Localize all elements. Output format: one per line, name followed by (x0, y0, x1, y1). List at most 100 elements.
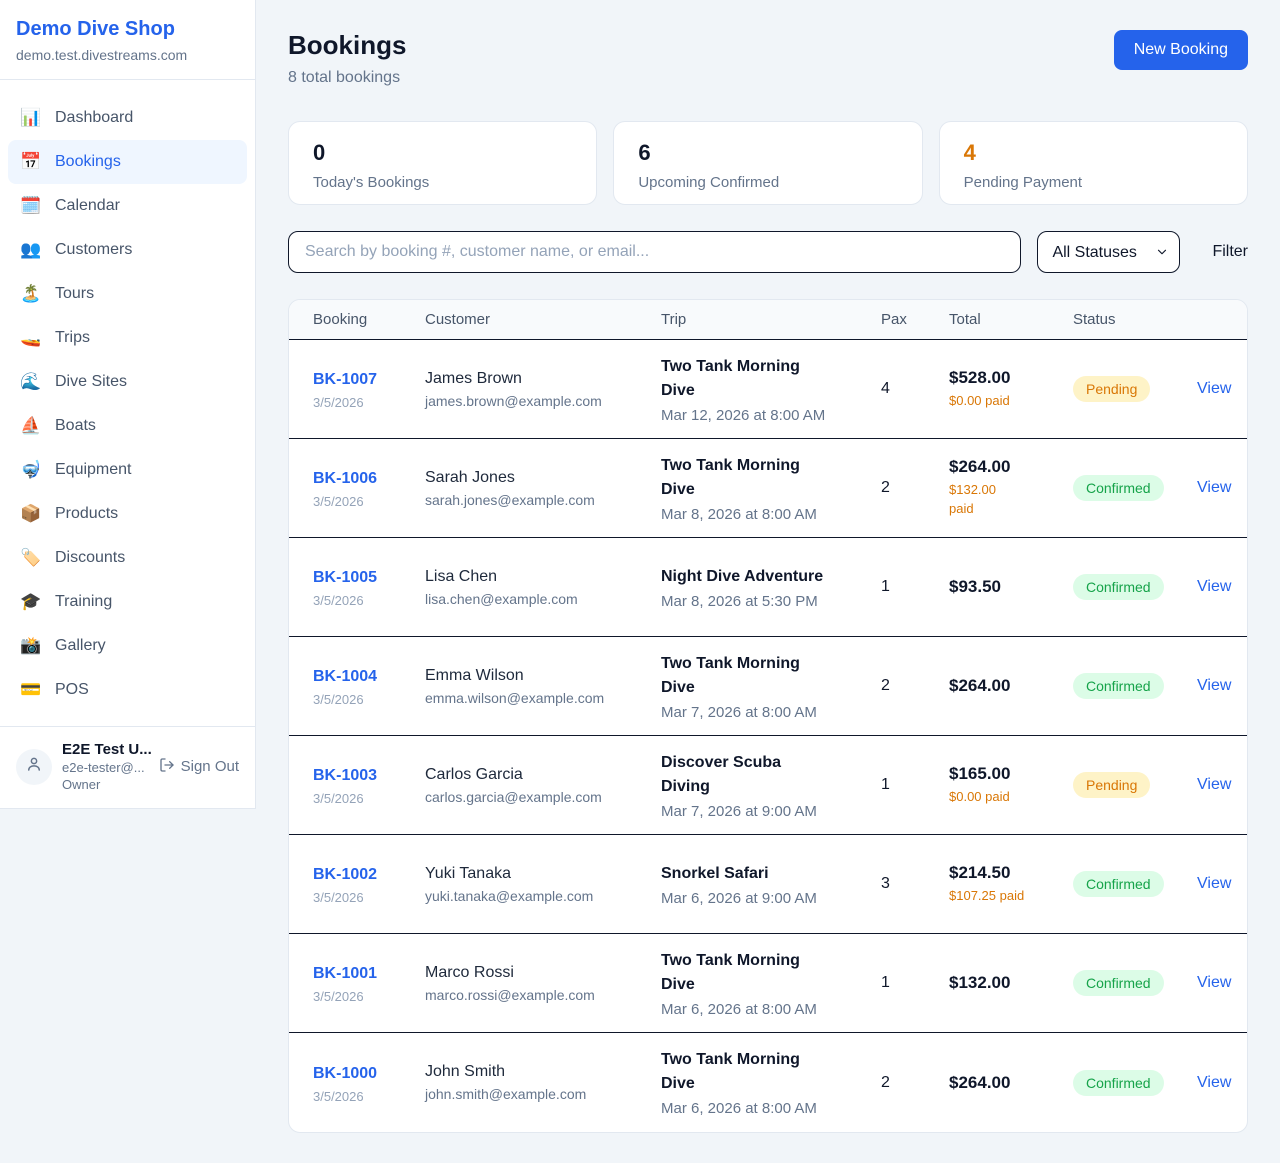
customer-name: John Smith (425, 1063, 649, 1081)
status-badge: Confirmed (1073, 673, 1164, 699)
new-booking-button[interactable]: New Booking (1114, 30, 1248, 70)
booking-id-link[interactable]: BK-1001 (313, 962, 377, 986)
calendar-icon: 📅 (20, 152, 42, 172)
stat-label: Pending Payment (964, 174, 1223, 191)
pax-count: 1 (881, 578, 949, 596)
booking-id-link[interactable]: BK-1003 (313, 764, 377, 788)
sidebar-item-pos[interactable]: 💳 POS (8, 668, 247, 712)
user-role: Owner (62, 777, 149, 792)
customer-name: Carlos Garcia (425, 766, 649, 784)
stat-label: Upcoming Confirmed (638, 174, 897, 191)
sidebar-item-dashboard[interactable]: 📊 Dashboard (8, 96, 247, 140)
view-link[interactable]: View (1197, 1074, 1231, 1091)
table-row: BK-1000 3/5/2026 John Smith john.smith@e… (289, 1033, 1247, 1132)
view-link[interactable]: View (1197, 380, 1231, 397)
customer-cell: Sarah Jones sarah.jones@example.com (425, 469, 661, 508)
booking-id-link[interactable]: BK-1002 (313, 863, 377, 887)
view-link[interactable]: View (1197, 479, 1231, 496)
pax-count: 1 (881, 776, 949, 794)
stat-label: Today's Bookings (313, 174, 572, 191)
booking-id-link[interactable]: BK-1006 (313, 467, 377, 491)
total-cell: $264.00 $132.00 paid (949, 457, 1073, 519)
total-cell: $528.00 $0.00 paid (949, 368, 1073, 411)
sidebar-item-bookings[interactable]: 📅 Bookings (8, 140, 247, 184)
status-cell: Pending (1073, 376, 1197, 402)
wave-icon: 🌊 (20, 372, 42, 392)
total-amount: $165.00 (949, 764, 1061, 784)
view-link[interactable]: View (1197, 578, 1231, 595)
sidebar-item-customers[interactable]: 👥 Customers (8, 228, 247, 272)
trip-name: Two Tank Morning Dive (661, 454, 833, 502)
view-link[interactable]: View (1197, 677, 1231, 694)
brand-title: Demo Dive Shop (16, 18, 239, 41)
sign-out-button[interactable]: Sign Out (159, 757, 239, 777)
booking-id-link[interactable]: BK-1004 (313, 665, 377, 689)
total-amount: $264.00 (949, 676, 1061, 696)
status-cell: Confirmed (1073, 871, 1197, 897)
booking-cell: BK-1001 3/5/2026 (313, 962, 425, 1004)
booking-id-link[interactable]: BK-1005 (313, 566, 377, 590)
stat-value: 0 (313, 140, 572, 166)
sidebar-item-dive-sites[interactable]: 🌊 Dive Sites (8, 360, 247, 404)
trip-cell: Two Tank Morning Dive Mar 6, 2026 at 8:0… (661, 1048, 881, 1117)
total-cell: $132.00 (949, 973, 1073, 993)
status-select[interactable]: All Statuses (1037, 231, 1180, 273)
sidebar-item-discounts[interactable]: 🏷️ Discounts (8, 536, 247, 580)
sidebar-item-training[interactable]: 🎓 Training (8, 580, 247, 624)
spiral-calendar-icon: 🗓️ (20, 196, 42, 216)
trip-name: Two Tank Morning Dive (661, 652, 833, 700)
app-root: Demo Dive Shop demo.test.divestreams.com… (0, 0, 1280, 1163)
sidebar-item-trips[interactable]: 🚤 Trips (8, 316, 247, 360)
trip-cell: Two Tank Morning Dive Mar 8, 2026 at 8:0… (661, 454, 881, 523)
total-amount: $264.00 (949, 1073, 1061, 1093)
trip-name: Two Tank Morning Dive (661, 949, 833, 997)
booking-cell: BK-1006 3/5/2026 (313, 467, 425, 509)
customer-cell: Lisa Chen lisa.chen@example.com (425, 568, 661, 607)
customer-name: James Brown (425, 370, 649, 388)
stat-card: 4 Pending Payment (939, 121, 1248, 205)
booking-id-link[interactable]: BK-1000 (313, 1062, 377, 1086)
sidebar-item-products[interactable]: 📦 Products (8, 492, 247, 536)
search-input[interactable] (288, 231, 1021, 273)
trip-cell: Two Tank Morning Dive Mar 6, 2026 at 8:0… (661, 949, 881, 1018)
action-cell: View (1197, 578, 1247, 596)
sidebar-item-calendar[interactable]: 🗓️ Calendar (8, 184, 247, 228)
customer-cell: Marco Rossi marco.rossi@example.com (425, 964, 661, 1003)
trip-datetime: Mar 8, 2026 at 8:00 AM (661, 506, 869, 523)
view-link[interactable]: View (1197, 776, 1231, 793)
sign-out-label: Sign Out (181, 758, 239, 775)
action-cell: View (1197, 380, 1247, 398)
customer-cell: Yuki Tanaka yuki.tanaka@example.com (425, 865, 661, 904)
action-cell: View (1197, 479, 1247, 497)
status-badge: Confirmed (1073, 871, 1164, 897)
status-cell: Confirmed (1073, 475, 1197, 501)
filter-button[interactable]: Filter (1212, 243, 1248, 261)
sidebar-item-gallery[interactable]: 📸 Gallery (8, 624, 247, 668)
booking-cell: BK-1005 3/5/2026 (313, 566, 425, 608)
trip-cell: Night Dive Adventure Mar 8, 2026 at 5:30… (661, 565, 881, 610)
user-meta: E2E Test U... e2e-tester@... Owner (62, 741, 149, 792)
people-icon: 👥 (20, 240, 42, 260)
action-cell: View (1197, 1074, 1247, 1092)
action-cell: View (1197, 875, 1247, 893)
package-icon: 📦 (20, 504, 42, 524)
trip-datetime: Mar 6, 2026 at 8:00 AM (661, 1100, 869, 1117)
status-cell: Confirmed (1073, 574, 1197, 600)
view-link[interactable]: View (1197, 875, 1231, 892)
status-select-wrap: All Statuses (1037, 231, 1180, 273)
sidebar-item-label: Gallery (55, 637, 106, 655)
bookings-table: Booking Customer Trip Pax Total Status B… (288, 299, 1248, 1133)
sidebar-item-boats[interactable]: ⛵ Boats (8, 404, 247, 448)
view-link[interactable]: View (1197, 974, 1231, 991)
customer-cell: Carlos Garcia carlos.garcia@example.com (425, 766, 661, 805)
stat-value: 6 (638, 140, 897, 166)
sidebar-item-equipment[interactable]: 🤿 Equipment (8, 448, 247, 492)
sidebar-nav: 📊 Dashboard 📅 Bookings 🗓️ Calendar 👥 Cus… (0, 80, 255, 720)
trip-cell: Two Tank Morning Dive Mar 12, 2026 at 8:… (661, 355, 881, 424)
sidebar-item-tours[interactable]: 🏝️ Tours (8, 272, 247, 316)
sidebar-item-label: Dashboard (55, 109, 133, 127)
status-cell: Confirmed (1073, 970, 1197, 996)
pax-count: 4 (881, 380, 949, 398)
booking-date: 3/5/2026 (313, 989, 413, 1004)
booking-id-link[interactable]: BK-1007 (313, 368, 377, 392)
